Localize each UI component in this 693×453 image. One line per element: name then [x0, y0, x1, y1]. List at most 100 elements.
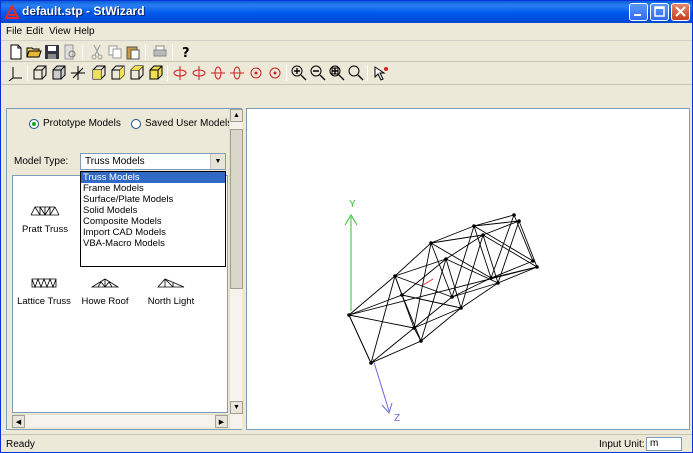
- model-pratt-truss[interactable]: Pratt Truss: [13, 206, 77, 235]
- rotate-x-neg-button[interactable]: [191, 65, 207, 81]
- dropdown-option[interactable]: Import CAD Models: [81, 227, 225, 238]
- model-lattice-truss[interactable]: Lattice Truss: [12, 278, 76, 307]
- pratt-truss-icon: [30, 206, 60, 216]
- copy-button[interactable]: [107, 44, 123, 60]
- close-button[interactable]: [671, 3, 690, 21]
- rotate-x-pos-icon: [173, 66, 187, 80]
- view-top-icon: [130, 65, 144, 80]
- open-button[interactable]: [26, 44, 42, 60]
- scroll-right-icon[interactable]: ▶: [215, 415, 228, 428]
- paste-button[interactable]: [125, 44, 141, 60]
- menu-file[interactable]: File: [6, 26, 22, 37]
- scroll-up-icon[interactable]: ▲: [230, 109, 243, 122]
- model-north-light[interactable]: North Light: [139, 278, 203, 307]
- scroll-down-icon[interactable]: ▼: [230, 401, 243, 414]
- rotate-y-neg-button[interactable]: [229, 65, 245, 81]
- zoom-in-button[interactable]: [291, 65, 307, 81]
- view-box-1-button[interactable]: [32, 65, 48, 81]
- cut-button[interactable]: [89, 44, 105, 60]
- view-box-1-icon: [33, 65, 47, 80]
- minimize-button[interactable]: [629, 3, 648, 21]
- save-button[interactable]: [44, 44, 60, 60]
- rotate-z-pos-icon: [250, 67, 262, 79]
- window-title: default.stp - StWizard: [22, 4, 145, 18]
- dropdown-option[interactable]: Frame Models: [81, 183, 225, 194]
- zoom-in-icon: [291, 65, 307, 81]
- print-preview-button[interactable]: [62, 44, 78, 60]
- axis-y: [344, 214, 358, 311]
- rotate-y-pos-button[interactable]: [210, 65, 226, 81]
- dropdown-option[interactable]: Solid Models: [81, 205, 225, 216]
- view-top-button[interactable]: [129, 65, 145, 81]
- zoom-window-icon: [348, 65, 364, 81]
- axes-button[interactable]: [8, 65, 24, 81]
- view-iso-button[interactable]: [148, 65, 164, 81]
- view-front-button[interactable]: [91, 65, 107, 81]
- input-unit-field[interactable]: m: [646, 437, 682, 451]
- axis-x: [422, 278, 434, 286]
- model-label: North Light: [147, 296, 195, 307]
- model-label: Pratt Truss: [22, 224, 68, 235]
- dropdown-option[interactable]: Surface/Plate Models: [81, 194, 225, 205]
- radio-prototype-models[interactable]: Prototype Models: [29, 118, 121, 129]
- model-label: Lattice Truss: [17, 296, 71, 307]
- rotate-y-pos-icon: [211, 66, 225, 80]
- north-light-icon: [157, 278, 185, 288]
- view-side-button[interactable]: [110, 65, 126, 81]
- model-type-label: Model Type:: [14, 156, 69, 167]
- truss-wireframe: [348, 214, 538, 364]
- scroll-left-icon[interactable]: ◀: [12, 415, 25, 428]
- zoom-out-button[interactable]: [310, 65, 326, 81]
- input-unit-label: Input Unit:: [599, 439, 645, 450]
- axis-z: [372, 358, 393, 415]
- rotate-z-neg-button[interactable]: [267, 65, 283, 81]
- view-side-icon: [111, 65, 125, 80]
- dropdown-option[interactable]: VBA-Macro Models: [81, 238, 225, 249]
- dropdown-option[interactable]: Truss Models: [81, 172, 225, 183]
- menu-view[interactable]: View: [49, 26, 71, 37]
- left-pane-vertical-scrollbar[interactable]: ▲ ▼: [229, 109, 243, 429]
- app-window: default.stp - StWizard File Edit View He…: [0, 0, 693, 453]
- radio-saved-models[interactable]: Saved User Models: [131, 118, 232, 129]
- print-button[interactable]: [152, 44, 168, 60]
- new-file-button[interactable]: [8, 44, 24, 60]
- save-icon: [45, 45, 59, 59]
- paste-icon: [126, 46, 140, 60]
- print-preview-icon: [64, 44, 76, 60]
- print-icon: [153, 45, 167, 57]
- view-iso-icon: [149, 65, 163, 80]
- perspective-button[interactable]: [70, 65, 86, 81]
- view-box-2-button[interactable]: [51, 65, 67, 81]
- zoom-window-button[interactable]: [348, 65, 364, 81]
- menu-help[interactable]: Help: [74, 26, 95, 37]
- title-bar: default.stp - StWizard: [1, 1, 692, 23]
- axis-y-label: Y: [349, 199, 356, 210]
- help-icon: ?: [182, 46, 190, 60]
- scroll-thumb[interactable]: [230, 129, 243, 289]
- help-button[interactable]: ?: [178, 44, 194, 60]
- left-pane-horizontal-scrollbar[interactable]: ◀ ▶: [12, 414, 229, 428]
- dropdown-option[interactable]: Composite Models: [81, 216, 225, 227]
- maximize-button[interactable]: [650, 3, 669, 21]
- model-type-dropdown: Truss Models Frame Models Surface/Plate …: [80, 171, 226, 267]
- rotate-y-neg-icon: [230, 66, 244, 80]
- radio-saved-dot[interactable]: [131, 118, 141, 129]
- rotate-x-neg-icon: [192, 66, 206, 80]
- model-label: Howe Roof: [81, 296, 129, 307]
- select-pointer-button[interactable]: [373, 65, 389, 81]
- lattice-truss-icon: [31, 278, 57, 288]
- rotate-x-pos-button[interactable]: [172, 65, 188, 81]
- model-howe-roof[interactable]: Howe Roof: [73, 278, 137, 307]
- rotate-z-pos-button[interactable]: [248, 65, 264, 81]
- model-viewport[interactable]: Y Z: [246, 108, 690, 430]
- axis-z-label: Z: [394, 413, 400, 424]
- copy-icon: [108, 45, 122, 59]
- model-type-select[interactable]: Truss Models ▼: [80, 153, 226, 170]
- zoom-extents-button[interactable]: [329, 65, 345, 81]
- maximize-icon: [654, 6, 665, 17]
- menu-edit[interactable]: Edit: [26, 26, 43, 37]
- status-bar: Ready Input Unit: m: [1, 434, 692, 452]
- radio-prototype-dot[interactable]: [29, 118, 39, 129]
- chevron-down-icon[interactable]: ▼: [210, 154, 225, 169]
- select-pointer-icon: [374, 66, 388, 81]
